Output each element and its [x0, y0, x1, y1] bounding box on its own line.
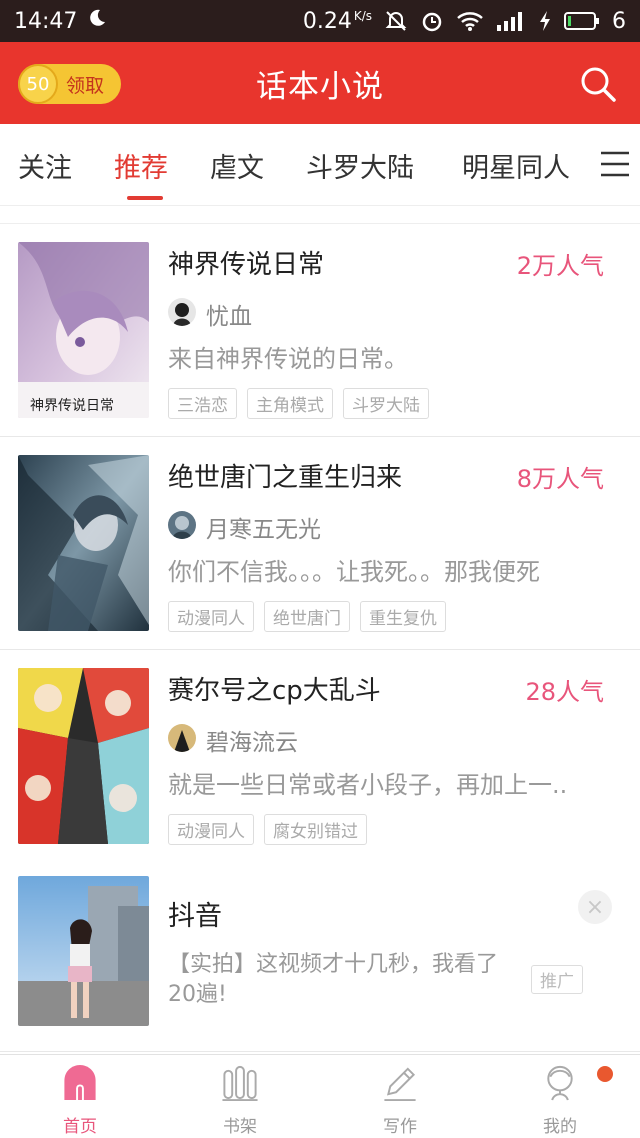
ad-title: 抖音 [168, 901, 222, 932]
battery-level: 6 [612, 8, 626, 34]
author-name[interactable]: 忧血 [206, 297, 252, 331]
avatar [168, 724, 196, 752]
claim-label: 领取 [66, 74, 105, 97]
cover-image [18, 455, 149, 631]
home-icon [64, 1064, 96, 1101]
tag[interactable]: 主角模式 [247, 388, 333, 419]
ad-card[interactable]: 抖音 × 【实拍】这视频才十几秒，我看了20遍! 推广 [0, 862, 640, 1052]
bottom-nav: 首页 书架 写作 我的 [0, 1054, 640, 1138]
signal-icon [496, 10, 526, 32]
net-speed: 0.24 [302, 8, 352, 34]
story-card[interactable]: 神界传说日常 神界传说日常 2万人气 忧血 来自神界传说的日常。 三浩恋 主角模… [0, 224, 640, 437]
story-description: 你们不信我。。。让我死。。那我便死 [168, 558, 540, 586]
menu-icon [601, 151, 629, 177]
tag[interactable]: 腐女别错过 [264, 814, 367, 845]
pen-icon [384, 1067, 416, 1102]
story-card[interactable]: 绝世唐门之重生归来 8万人气 月寒五无光 你们不信我。。。让我死。。那我便死 动… [0, 437, 640, 650]
net-unit: K/s [353, 8, 372, 23]
search-button[interactable] [578, 64, 618, 104]
story-title: 神界传说日常 [168, 250, 325, 280]
author-name[interactable]: 月寒五无光 [206, 510, 321, 544]
status-time: 14:47 [14, 8, 78, 34]
nav-label: 首页 [63, 1117, 97, 1137]
tab-follow[interactable]: 关注 [18, 146, 72, 185]
coin-count: 50 [26, 73, 50, 95]
tag[interactable]: 绝世唐门 [264, 601, 350, 632]
story-card[interactable]: 赛尔号之cp大乱斗 28人气 碧海流云 就是一些日常或者小段子，再加上一.. 动… [0, 650, 640, 863]
cover-image [18, 668, 149, 844]
tag[interactable]: 斗罗大陆 [343, 388, 429, 419]
charging-icon [538, 10, 552, 32]
tag[interactable]: 三浩恋 [168, 388, 237, 419]
divider [0, 206, 640, 224]
notification-dot [597, 1066, 613, 1082]
tab-menu-button[interactable] [600, 150, 630, 178]
nav-label: 写作 [383, 1117, 417, 1137]
battery-icon [564, 11, 600, 31]
close-icon: × [585, 894, 605, 920]
app-header: 50 领取 话本小说 [0, 42, 640, 124]
bookshelf-icon [222, 1065, 258, 1102]
ad-image [18, 876, 149, 1026]
ad-description: 【实拍】这视频才十几秒，我看了20遍! [168, 952, 499, 1007]
author-name[interactable]: 碧海流云 [206, 723, 298, 757]
nav-home[interactable]: 首页 [40, 1063, 120, 1137]
sponsored-badge: 推广 [531, 965, 583, 994]
popularity-count: 28人气 [525, 678, 604, 706]
tag[interactable]: 重生复仇 [360, 601, 446, 632]
tab-abuse[interactable]: 虐文 [210, 146, 264, 185]
story-description: 就是一些日常或者小段子，再加上一.. [168, 771, 568, 799]
nav-label: 书架 [223, 1117, 257, 1137]
close-ad-button[interactable]: × [578, 890, 612, 924]
nav-profile[interactable]: 我的 [520, 1063, 600, 1137]
svg-text:神界传说日常: 神界传说日常 [30, 398, 114, 414]
alarm-icon [420, 9, 444, 33]
popularity-count: 8万人气 [516, 465, 604, 493]
claim-coins-button[interactable]: 50 领取 [18, 64, 121, 104]
tag-list: 动漫同人 腐女别错过 [168, 814, 367, 845]
app-title: 话本小说 [256, 68, 384, 105]
tag[interactable]: 动漫同人 [168, 601, 254, 632]
tab-douluo[interactable]: 斗罗大陆 [306, 146, 414, 185]
tab-recommend[interactable]: 推荐 [114, 146, 168, 185]
story-title: 绝世唐门之重生归来 [168, 463, 403, 493]
avatar [168, 511, 196, 539]
coin-icon: 50 [18, 64, 58, 104]
category-tabs: 关注 推荐 虐文 斗罗大陆 明星同人 [0, 124, 640, 206]
story-description: 来自神界传说的日常。 [168, 345, 408, 373]
search-icon [581, 67, 616, 102]
tag-list: 三浩恋 主角模式 斗罗大陆 [168, 388, 429, 419]
wifi-icon [456, 10, 484, 32]
popularity-count: 2万人气 [516, 252, 604, 280]
nav-bookshelf[interactable]: 书架 [200, 1063, 280, 1137]
moon-icon [87, 8, 107, 34]
story-title: 赛尔号之cp大乱斗 [168, 676, 381, 706]
nav-label: 我的 [543, 1117, 577, 1137]
avatar [168, 298, 196, 326]
nav-write[interactable]: 写作 [360, 1063, 440, 1137]
tag[interactable]: 动漫同人 [168, 814, 254, 845]
cover-image: 神界传说日常 [18, 242, 149, 418]
tag-list: 动漫同人 绝世唐门 重生复仇 [168, 601, 446, 632]
active-tab-indicator [127, 196, 163, 200]
profile-icon [547, 1065, 573, 1101]
status-bar: 14:47 0.24 K/s 6 [0, 0, 640, 42]
tab-celebrity[interactable]: 明星同人 [462, 146, 570, 185]
mute-icon [384, 9, 408, 33]
